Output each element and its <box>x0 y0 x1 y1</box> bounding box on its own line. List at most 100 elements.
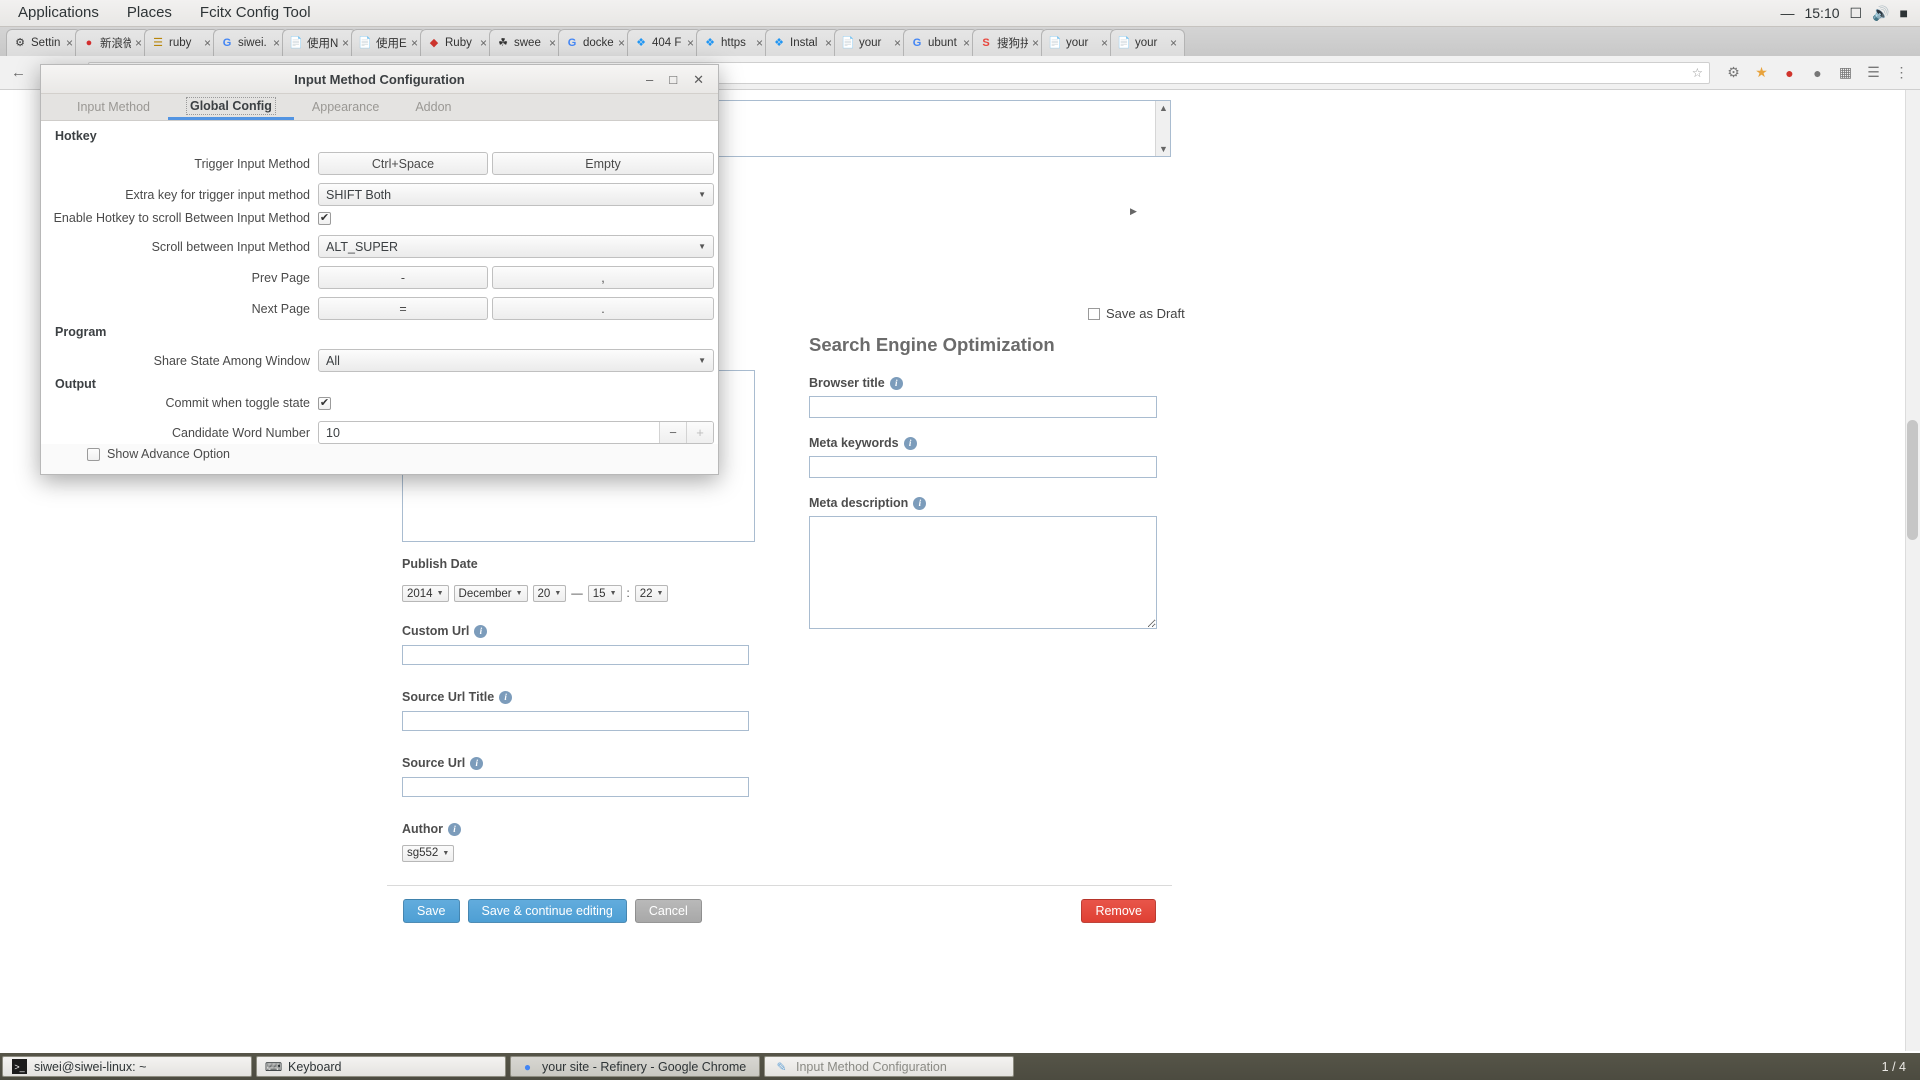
trigger-input-method-alt-button[interactable]: Empty <box>492 152 714 175</box>
browser-tab[interactable]: G ubunt × <box>903 29 978 56</box>
menu-applications[interactable]: Applications <box>4 0 113 26</box>
show-advance-option-checkbox[interactable] <box>87 447 100 461</box>
info-icon[interactable]: i <box>913 496 927 510</box>
row-prev-page: Prev Page - , <box>41 266 720 289</box>
save-and-continue-button[interactable]: Save & continue editing <box>467 898 627 923</box>
battery-icon[interactable]: ■ <box>1900 5 1908 21</box>
prev-page-key-button[interactable]: - <box>318 266 488 289</box>
next-page-key-button[interactable]: = <box>318 297 488 320</box>
browser-tab[interactable]: ❖ Instal × <box>765 29 840 56</box>
browser-tab[interactable]: ● 新浪微 × <box>75 29 150 56</box>
publish-minute-select[interactable]: 22 ▼ <box>634 585 669 602</box>
info-icon[interactable]: i <box>499 690 513 704</box>
enable-scroll-hotkey-checkbox[interactable]: ✔ <box>318 211 331 225</box>
dialog-titlebar[interactable]: Input Method Configuration – □ ✕ <box>41 65 718 94</box>
tab-appearance[interactable]: Appearance <box>294 94 397 120</box>
browser-tab[interactable]: S 搜狗拼 × <box>972 29 1047 56</box>
panel-clock[interactable]: 15:10 <box>1804 5 1839 21</box>
body-editor-scrollbar[interactable]: ▲ ▼ <box>1155 101 1170 156</box>
publish-month-select[interactable]: December ▼ <box>453 585 528 602</box>
browser-tab[interactable]: G docke × <box>558 29 633 56</box>
page-scrollbar-track[interactable] <box>1905 90 1920 1051</box>
info-icon[interactable]: i <box>889 376 903 390</box>
share-state-combobox[interactable]: All ▼ <box>318 349 714 372</box>
scroll-between-combobox[interactable]: ALT_SUPER ▼ <box>318 235 714 258</box>
source-url-title-input[interactable] <box>402 711 749 731</box>
tab-close-icon[interactable]: × <box>1170 37 1180 49</box>
browser-tab[interactable]: 📄 使用N × <box>282 29 357 56</box>
publish-day-select[interactable]: 20 ▼ <box>532 585 567 602</box>
menu-fcitx-config-tool[interactable]: Fcitx Config Tool <box>186 0 325 26</box>
browser-tab[interactable]: G siwei. × <box>213 29 288 56</box>
save-as-draft-checkbox[interactable] <box>1088 307 1100 320</box>
save-as-draft-row[interactable]: Save as Draft <box>1088 306 1185 321</box>
author-select[interactable]: sg552 ▼ <box>402 844 455 862</box>
browser-tab[interactable]: ☘ swee × <box>489 29 564 56</box>
volume-icon[interactable]: 🔊 <box>1872 5 1889 22</box>
browser-tab[interactable]: 📄 your × <box>834 29 909 56</box>
menu-icon[interactable]: ⋮ <box>1893 64 1910 81</box>
cancel-button[interactable]: Cancel <box>634 898 702 923</box>
pin-icon[interactable]: ● <box>1809 64 1826 81</box>
remove-button[interactable]: Remove <box>1081 898 1156 923</box>
puzzle-icon[interactable]: ⚙ <box>1725 64 1742 81</box>
meta-keywords-input[interactable] <box>809 456 1157 478</box>
close-icon[interactable]: ✕ <box>693 73 704 86</box>
browser-tab-active[interactable]: 📄 your × <box>1110 29 1185 56</box>
browser-tab[interactable]: 📄 使用E × <box>351 29 426 56</box>
star-icon[interactable]: ★ <box>1753 64 1770 81</box>
show-advance-option-row[interactable]: Show Advance Option <box>87 447 230 461</box>
browser-title-input[interactable] <box>809 396 1157 418</box>
info-icon[interactable]: i <box>470 756 484 770</box>
minimize-icon[interactable]: – <box>646 73 653 86</box>
back-icon[interactable]: ← <box>10 64 27 81</box>
browser-tab[interactable]: ❖ 404 F × <box>627 29 702 56</box>
taskbar-item-chrome[interactable]: ● your site - Refinery - Google Chrome <box>510 1056 760 1077</box>
page-scrollbar-thumb[interactable] <box>1907 420 1918 540</box>
next-page-alt-button[interactable]: . <box>492 297 714 320</box>
publish-year-select[interactable]: 2014 ▼ <box>402 585 449 602</box>
source-url-input[interactable] <box>402 777 749 797</box>
browser-tab[interactable]: ⚙ Settin × <box>6 29 81 56</box>
save-button[interactable]: Save <box>403 898 460 923</box>
window-icon[interactable]: ☐ <box>1850 5 1863 22</box>
taskbar-item-fcitx[interactable]: ✎ Input Method Configuration <box>764 1056 1014 1077</box>
publish-hour-select[interactable]: 15 ▼ <box>587 585 622 602</box>
tab-input-method[interactable]: Input Method <box>59 94 168 120</box>
prev-page-alt-button[interactable]: , <box>492 266 714 289</box>
spin-decrement-button[interactable]: − <box>659 422 686 443</box>
scroll-up-icon[interactable]: ▲ <box>1159 103 1168 113</box>
commit-toggle-checkbox[interactable]: ✔ <box>318 396 331 410</box>
author-label: Author i <box>402 822 762 836</box>
dialog-window-buttons: – □ ✕ <box>646 73 718 86</box>
custom-url-input[interactable] <box>402 645 749 665</box>
spin-increment-button[interactable]: + <box>686 422 713 443</box>
candidate-word-number-spinbox[interactable]: 10 − + <box>318 421 714 444</box>
extra-key-combobox[interactable]: SHIFT Both ▼ <box>318 183 714 206</box>
taskbar-item-keyboard[interactable]: ⌨ Keyboard <box>256 1056 506 1077</box>
info-icon[interactable]: i <box>474 624 488 638</box>
grid-icon[interactable]: ▦ <box>1837 64 1854 81</box>
window-list-icon[interactable]: — <box>1780 5 1794 21</box>
trigger-input-method-key-button[interactable]: Ctrl+Space <box>318 152 488 175</box>
browser-tab[interactable]: ◆ Ruby × <box>420 29 495 56</box>
maximize-icon[interactable]: □ <box>669 73 677 86</box>
tab-addon[interactable]: Addon <box>397 94 469 120</box>
info-icon[interactable]: i <box>447 822 461 836</box>
meta-description-textarea[interactable] <box>809 516 1157 629</box>
workspace-indicator[interactable]: 1 / 4 <box>1882 1060 1920 1074</box>
scroll-down-icon[interactable]: ▼ <box>1159 144 1168 154</box>
browser-tab[interactable]: ☰ ruby × <box>144 29 219 56</box>
bookmark-star-icon[interactable]: ☆ <box>1692 65 1703 80</box>
candidate-word-number-value[interactable]: 10 <box>319 422 659 443</box>
tab-global-config[interactable]: Global Config <box>167 94 294 120</box>
browser-tab[interactable]: 📄 your × <box>1041 29 1116 56</box>
info-icon[interactable]: i <box>903 436 917 450</box>
opera-icon[interactable]: ● <box>1781 64 1798 81</box>
browser-tab[interactable]: ❖ https × <box>696 29 771 56</box>
editor-hscroll-arrow-icon[interactable]: ▶ <box>1130 206 1137 217</box>
commit-toggle-label: Commit when toggle state <box>165 396 310 410</box>
taskbar-item-terminal[interactable]: >_ siwei@siwei-linux: ~ <box>2 1056 252 1077</box>
menu-places[interactable]: Places <box>113 0 186 26</box>
list-icon[interactable]: ☰ <box>1865 64 1882 81</box>
